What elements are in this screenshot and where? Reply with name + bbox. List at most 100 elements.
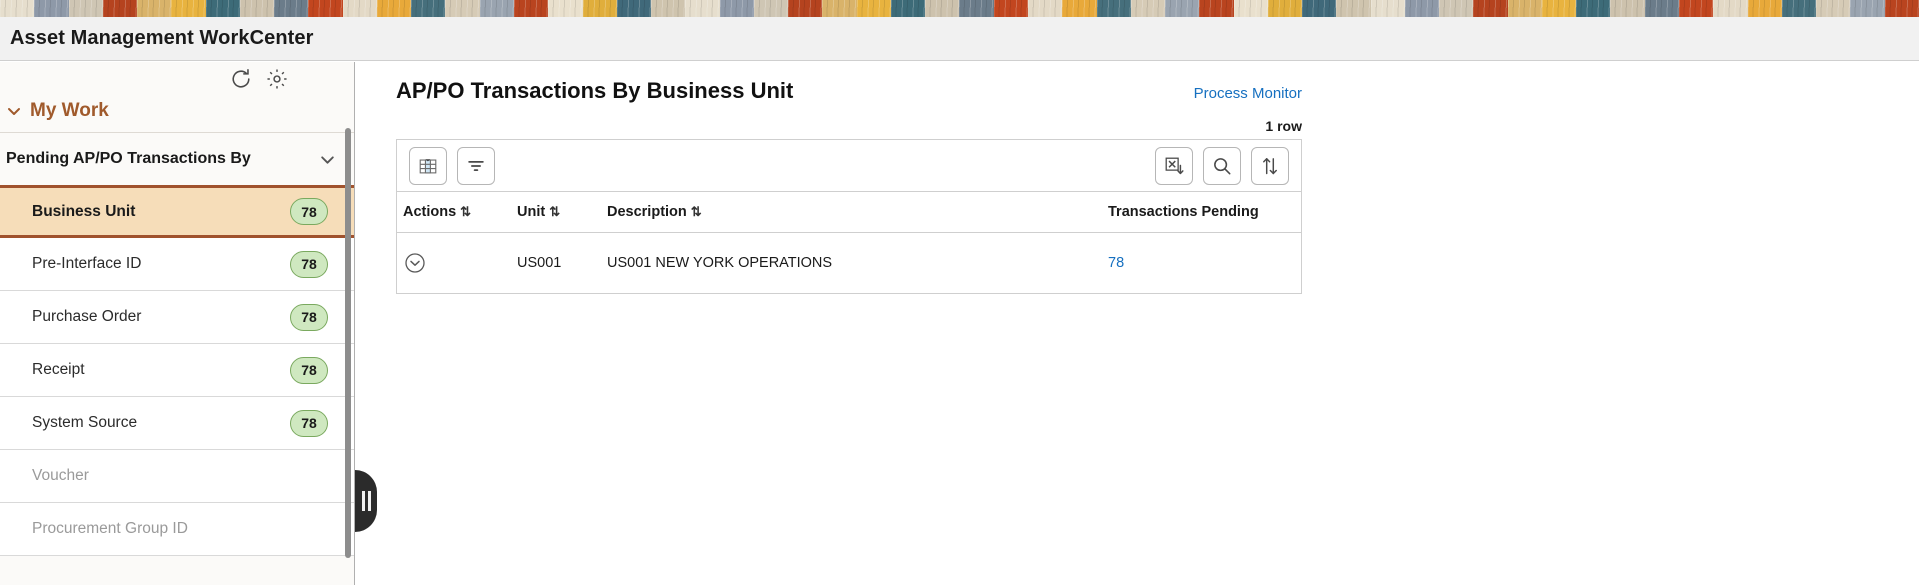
banner-stripe (205, 0, 241, 17)
sidebar-item-label: Pre-Interface ID (32, 255, 142, 272)
banner-stripe (1884, 0, 1919, 17)
main-content: AP/PO Transactions By Business Unit Proc… (356, 62, 1919, 585)
banner-stripes (0, 0, 1919, 17)
download-excel-icon[interactable] (1155, 146, 1193, 185)
banner-stripe (1473, 0, 1508, 17)
sidebar-item-pre-interface-id[interactable]: Pre-Interface ID 78 (0, 238, 354, 291)
column-header-description[interactable]: Description ⇅ (607, 192, 1086, 233)
column-header-unit[interactable]: Unit ⇅ (517, 192, 607, 233)
personalize-grid-icon[interactable] (409, 146, 447, 185)
banner-stripe (1644, 0, 1680, 17)
status-badge: 78 (290, 409, 328, 437)
transactions-pending-link[interactable]: 78 (1108, 255, 1124, 271)
banner-stripe (856, 0, 892, 17)
status-badge: 78 (290, 356, 328, 384)
banner-stripe (890, 0, 926, 17)
main-header: AP/PO Transactions By Business Unit Proc… (396, 78, 1302, 104)
banner-stripe (1507, 0, 1543, 17)
banner-stripe (1336, 0, 1371, 17)
banner-stripe (1302, 0, 1337, 17)
banner-stripe (1233, 0, 1269, 17)
banner-stripe (308, 0, 343, 17)
grid-table: Actions ⇅ Unit ⇅ Description ⇅ Transactions Pe… (397, 192, 1301, 293)
banner-stripe (582, 0, 618, 17)
sidebar-item-receipt[interactable]: Receipt 78 (0, 344, 354, 397)
sidebar-nav-list: Business Unit 78 Pre-Interface ID 78 Purchas… (0, 185, 354, 556)
gear-icon[interactable] (266, 68, 288, 90)
sidebar-group-pending-transactions[interactable]: Pending AP/PO Transactions By (0, 133, 354, 185)
banner-stripe (1576, 0, 1611, 17)
banner-stripe (1199, 0, 1234, 17)
column-header-label: Transactions Pending (1108, 204, 1259, 220)
banner-stripe (1062, 0, 1097, 17)
banner-stripe (1816, 0, 1851, 17)
banner-stripe (1610, 0, 1646, 17)
refresh-icon[interactable] (230, 68, 252, 90)
banner-stripe (1850, 0, 1885, 17)
banner-stripe (1165, 0, 1200, 17)
banner-stripe (1541, 0, 1577, 17)
banner-stripe (651, 0, 686, 17)
banner-stripe (68, 0, 104, 17)
sidebar-scrollbar[interactable] (345, 128, 351, 558)
banner-stripe (274, 0, 309, 17)
sidebar-item-label: Business Unit (32, 202, 136, 220)
filter-icon[interactable] (457, 146, 495, 185)
sort-toggle-icon[interactable]: ⇅ (691, 204, 702, 219)
search-icon[interactable] (1203, 146, 1241, 185)
handle-bar-left (361, 491, 365, 511)
banner-stripe (753, 0, 789, 17)
banner-stripe (616, 0, 652, 17)
banner-stripe (959, 0, 994, 17)
sidebar-item-system-source[interactable]: System Source 78 (0, 397, 354, 450)
column-header-label: Actions (403, 204, 457, 220)
grid-body: US001 US001 NEW YORK OPERATIONS 78 (397, 233, 1301, 294)
process-monitor-link[interactable]: Process Monitor (1194, 85, 1302, 102)
sort-icon[interactable] (1251, 146, 1289, 185)
row-actions-cell (397, 233, 517, 294)
sidebar-item-purchase-order[interactable]: Purchase Order 78 (0, 291, 354, 344)
banner-stripe (1679, 0, 1714, 17)
page-title: Asset Management WorkCenter (10, 27, 314, 49)
cell-unit: US001 (517, 255, 562, 271)
banner-stripe (822, 0, 857, 17)
banner-stripe (1096, 0, 1132, 17)
banner-stripe (1267, 0, 1303, 17)
banner-stripe (411, 0, 446, 17)
sidebar-group-label: Pending AP/PO Transactions By (6, 150, 251, 167)
banner-stripe (1130, 0, 1166, 17)
handle-bar-right (367, 491, 371, 511)
sidebar-item-label: Voucher (32, 467, 89, 484)
column-header-actions[interactable]: Actions ⇅ (397, 192, 517, 233)
banner-stripe (1027, 0, 1063, 17)
column-header-label: Description (607, 204, 687, 220)
decorative-banner (0, 0, 1919, 17)
sort-toggle-icon[interactable]: ⇅ (549, 204, 560, 219)
transactions-grid: Actions ⇅ Unit ⇅ Description ⇅ Transactions Pe… (396, 139, 1302, 294)
sidebar-item-procurement-group-id: Procurement Group ID (0, 503, 354, 556)
sidebar-section-my-work[interactable]: My Work (0, 96, 354, 133)
status-badge: 78 (290, 303, 328, 331)
banner-stripe (102, 0, 138, 17)
banner-stripe (1404, 0, 1440, 17)
chevron-down-circle-icon[interactable] (403, 251, 427, 275)
sidebar-item-voucher: Voucher (0, 450, 354, 503)
banner-stripe (1370, 0, 1406, 17)
sort-toggle-icon[interactable]: ⇅ (460, 204, 471, 219)
banner-stripe (1781, 0, 1817, 17)
banner-stripe (34, 0, 69, 17)
banner-stripe (239, 0, 275, 17)
sidebar: My Work Pending AP/PO Transactions By Bu… (0, 62, 355, 585)
banner-stripe (548, 0, 583, 17)
grid-header-row: Actions ⇅ Unit ⇅ Description ⇅ Transactions Pe… (397, 192, 1301, 233)
banner-stripe (137, 0, 172, 17)
status-badge: 78 (290, 198, 328, 225)
sidebar-item-business-unit[interactable]: Business Unit 78 (0, 185, 354, 238)
sidebar-item-label: Receipt (32, 361, 85, 378)
main-title: AP/PO Transactions By Business Unit (396, 78, 794, 103)
banner-stripe (445, 0, 480, 17)
banner-stripe (479, 0, 515, 17)
banner-stripe (342, 0, 378, 17)
banner-stripe (376, 0, 412, 17)
banner-stripe (788, 0, 823, 17)
